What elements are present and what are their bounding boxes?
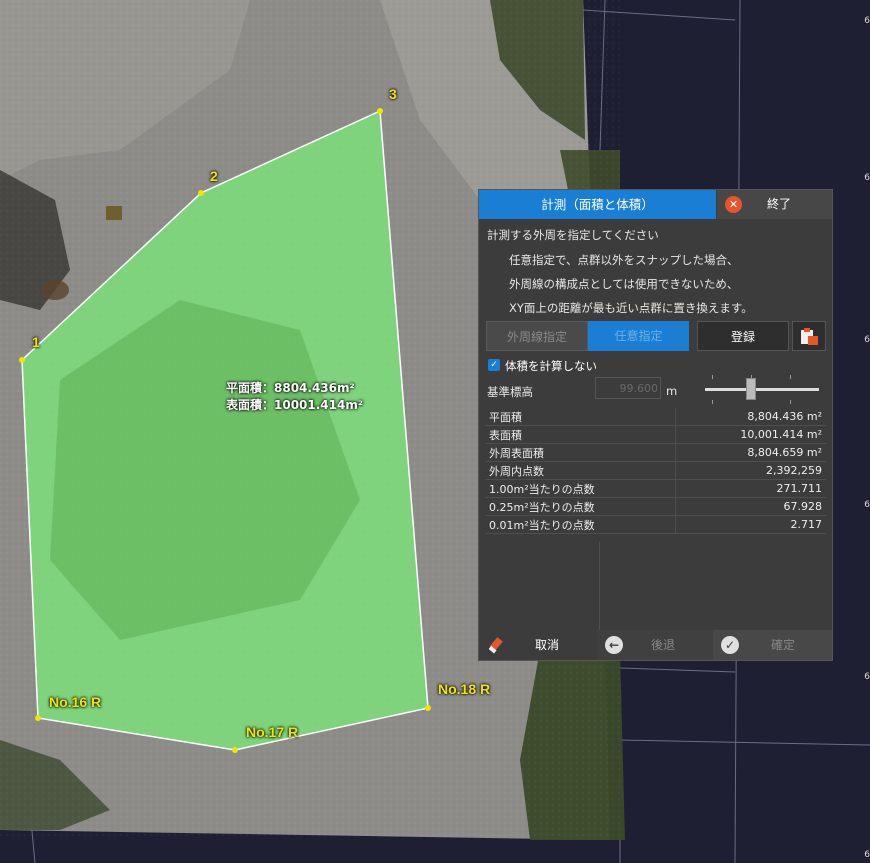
no-volume-checkbox[interactable]: ✓ bbox=[488, 359, 500, 371]
table-row: 1.00m²当たりの点数 271.711 bbox=[485, 479, 826, 498]
result-value: 8,804.436 m² bbox=[675, 408, 826, 426]
back-arrow-icon: ← bbox=[605, 636, 623, 654]
result-value: 67.928 bbox=[675, 497, 826, 516]
vertex-no16 bbox=[35, 715, 41, 721]
vertex-2 bbox=[198, 190, 204, 196]
base-height-input[interactable] bbox=[595, 377, 661, 399]
register-button[interactable]: 登録 bbox=[697, 321, 789, 351]
back-label: 後退 bbox=[651, 638, 676, 652]
vertex-label-no16: No.16 R bbox=[49, 694, 102, 710]
instruction-line: 任意指定で、点群以外をスナップした場合、 bbox=[509, 253, 739, 267]
result-value: 8,804.659 m² bbox=[675, 443, 826, 462]
instruction-line: 外周線の構成点としては使用できないため、 bbox=[509, 277, 739, 291]
table-row: 平面積 8,804.436 m² bbox=[485, 408, 826, 426]
table-row: 外周表面積 8,804.659 m² bbox=[485, 443, 826, 462]
coord-label: 6 bbox=[864, 850, 870, 860]
table-row: 0.25m²当たりの点数 67.928 bbox=[485, 497, 826, 516]
table-row: 表面積 10,001.414 m² bbox=[485, 425, 826, 444]
result-value: 2,392,259 bbox=[675, 461, 826, 480]
base-height-label: 基準標高 bbox=[487, 385, 533, 399]
confirm-button[interactable]: ✓ 確定 bbox=[713, 630, 832, 660]
end-label: 終了 bbox=[767, 197, 792, 211]
coord-label: 6 bbox=[864, 173, 870, 183]
result-label: 外周表面積 bbox=[485, 443, 676, 462]
panel-header: 計測（面積と体積） ✕ 終了 bbox=[479, 190, 832, 219]
vertex-3 bbox=[377, 108, 383, 114]
result-value: 10,001.414 m² bbox=[675, 425, 826, 444]
slider-thumb[interactable] bbox=[746, 378, 756, 400]
vertex-label-2: 2 bbox=[210, 168, 218, 184]
table-row: 0.01m²当たりの点数 2.717 bbox=[485, 515, 826, 534]
end-button[interactable]: ✕ 終了 bbox=[717, 190, 832, 219]
area-annotation: 平面積：8804.436m² 表面積：10001.414m² bbox=[226, 380, 363, 414]
plane-area-label: 平面積：8804.436m² bbox=[226, 381, 355, 395]
vertex-no17 bbox=[232, 747, 238, 753]
vertex-label-1: 1 bbox=[32, 334, 40, 350]
vertex-no18 bbox=[425, 705, 431, 711]
vertex-label-no18: No.18 R bbox=[438, 681, 491, 697]
vertex-label-3: 3 bbox=[389, 86, 397, 102]
result-label: 表面積 bbox=[485, 425, 676, 444]
result-label: 1.00m²当たりの点数 bbox=[485, 479, 676, 498]
no-volume-label: 体積を計算しない bbox=[505, 359, 597, 373]
cancel-label: 取消 bbox=[535, 638, 560, 652]
result-label: 0.25m²当たりの点数 bbox=[485, 497, 676, 516]
export-button[interactable] bbox=[792, 321, 826, 351]
back-button[interactable]: ← 後退 bbox=[597, 630, 713, 660]
panel-title: 計測（面積と体積） bbox=[479, 190, 716, 219]
instruction-line: XY面上の距離が最も近い点群に置き換えます。 bbox=[509, 301, 753, 315]
eraser-icon bbox=[488, 637, 503, 654]
panel-footer: 取消 ← 後退 ✓ 確定 bbox=[479, 630, 832, 660]
measurement-panel: 計測（面積と体積） ✕ 終了 計測する外周を指定してください 任意指定で、点群以… bbox=[478, 189, 833, 661]
result-label: 平面積 bbox=[485, 408, 676, 426]
result-value: 2.717 bbox=[675, 515, 826, 534]
clipboard-icon bbox=[801, 328, 818, 345]
confirm-label: 確定 bbox=[771, 638, 796, 652]
table-row: 外周内点数 2,392,259 bbox=[485, 461, 826, 480]
coord-label: 6 bbox=[864, 500, 870, 510]
result-value: 271.711 bbox=[675, 479, 826, 498]
cancel-button[interactable]: 取消 bbox=[479, 630, 597, 660]
coord-label: 6 bbox=[864, 672, 870, 682]
surface-area-label: 表面積：10001.414m² bbox=[226, 398, 364, 412]
result-label: 0.01m²当たりの点数 bbox=[485, 515, 676, 534]
coord-label: 6 bbox=[864, 335, 870, 345]
check-icon: ✓ bbox=[721, 636, 739, 654]
unit-label: m bbox=[666, 384, 678, 398]
arbitrary-mode-button[interactable]: 任意指定 bbox=[588, 321, 689, 351]
close-icon[interactable]: ✕ bbox=[725, 196, 742, 213]
result-label: 外周内点数 bbox=[485, 461, 676, 480]
vertex-1 bbox=[19, 357, 25, 363]
perimeter-mode-button[interactable]: 外周線指定 bbox=[486, 321, 588, 351]
base-height-slider[interactable] bbox=[705, 388, 819, 391]
instruction-main: 計測する外周を指定してください bbox=[487, 228, 659, 242]
results-table: 平面積 8,804.436 m² 表面積 10,001.414 m² 外周表面積 8,… bbox=[485, 408, 826, 534]
vertex-label-no17: No.17 R bbox=[246, 724, 299, 740]
coord-label: 6 bbox=[864, 16, 870, 26]
